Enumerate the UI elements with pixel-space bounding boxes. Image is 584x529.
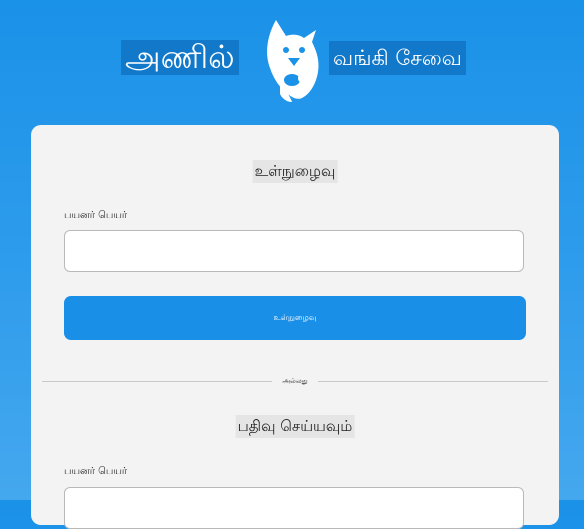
login-submit-button[interactable]: உள்நுழைவு bbox=[64, 296, 526, 340]
login-title: உள்நுழைவு bbox=[252, 160, 338, 183]
login-username-input[interactable] bbox=[64, 230, 524, 272]
divider-line-left bbox=[42, 381, 272, 382]
brand-name: அணில் bbox=[121, 40, 239, 75]
register-title: பதிவு செய்யவும் bbox=[235, 415, 355, 438]
login-card: உள்நுழைவு பயனர் பெயர் உள்நுழைவு அல்லது ப… bbox=[31, 125, 559, 529]
brand-tagline: வங்கி சேவை bbox=[329, 41, 466, 75]
register-username-input[interactable] bbox=[64, 487, 524, 529]
login-username-label: பயனர் பெயர் bbox=[64, 210, 128, 221]
register-username-label: பயனர் பெயர் bbox=[64, 466, 128, 477]
divider-line-right bbox=[318, 381, 548, 382]
divider-text: அல்லது bbox=[282, 377, 308, 385]
squirrel-icon bbox=[267, 20, 319, 102]
